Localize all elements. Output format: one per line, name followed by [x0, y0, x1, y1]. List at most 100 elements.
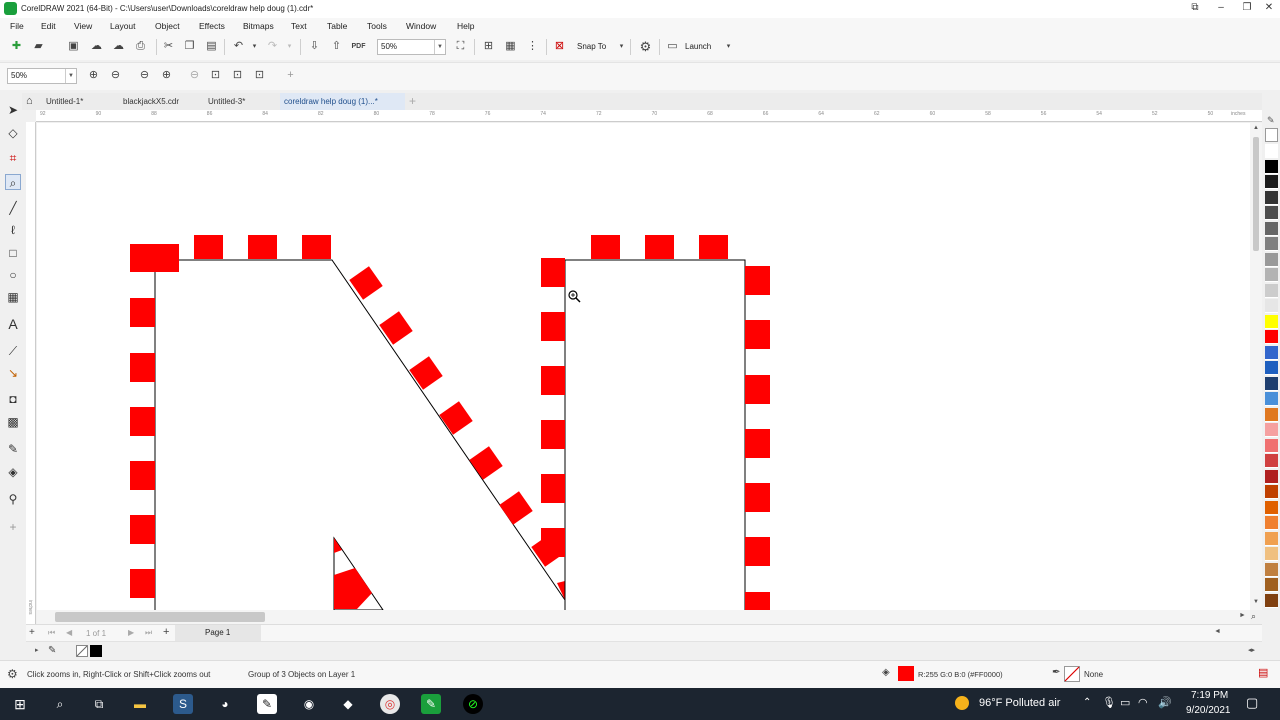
cut-icon[interactable]: ✂: [161, 39, 176, 54]
horizontal-scroll-thumb[interactable]: [55, 612, 265, 622]
navigator-zoom-icon[interactable]: ⌕: [1251, 611, 1256, 622]
palette-swatch[interactable]: [1265, 578, 1278, 592]
smart-fill-tool-icon[interactable]: ⚲: [5, 491, 21, 507]
tab-untitled-1[interactable]: Untitled-1*: [42, 93, 87, 110]
palette-swatch[interactable]: [1265, 485, 1278, 499]
document-eyedropper-icon[interactable]: ✎: [48, 645, 56, 656]
palette-swatch[interactable]: [1265, 299, 1278, 313]
connector-tool-icon[interactable]: ↘: [5, 365, 21, 381]
palette-swatch[interactable]: [1265, 330, 1278, 344]
no-color-swatch[interactable]: [1265, 128, 1278, 142]
snap-to-label[interactable]: Snap To: [577, 42, 606, 51]
corel-font-manager-icon[interactable]: ⊘: [463, 694, 483, 714]
menu-edit[interactable]: Edit: [41, 21, 56, 31]
palette-eyedropper-icon[interactable]: ✎: [1267, 115, 1275, 126]
outline-color-swatch[interactable]: [1064, 666, 1080, 682]
home-icon[interactable]: ⌂: [26, 95, 33, 107]
add-tool-icon[interactable]: +: [5, 519, 21, 535]
menu-bitmaps[interactable]: Bitmaps: [243, 21, 274, 31]
maximize-button[interactable]: ❐: [1235, 2, 1259, 16]
horizontal-ruler[interactable]: 92 90 88 86 84 82 80 78 76 74 72 70 68 66 64 62 60 58 56 54…: [36, 110, 1262, 122]
palette-swatch[interactable]: [1265, 237, 1278, 251]
menu-help[interactable]: Help: [457, 21, 474, 31]
wifi-icon[interactable]: ◠: [1138, 696, 1148, 709]
show-grid-icon[interactable]: ▦: [503, 39, 518, 54]
palette-swatch[interactable]: [1265, 268, 1278, 282]
palette-swatch[interactable]: [1265, 345, 1278, 360]
palette-swatch[interactable]: [1265, 547, 1278, 561]
vertical-scroll-thumb[interactable]: [1253, 137, 1259, 251]
palette-swatch[interactable]: [1265, 376, 1278, 391]
palette-scroll-icon[interactable]: ◂▸: [1248, 646, 1255, 654]
no-fill-swatch[interactable]: [76, 645, 88, 657]
palette-swatch[interactable]: [1265, 190, 1278, 205]
volume-icon[interactable]: 🔊: [1158, 696, 1172, 709]
chevron-down-icon[interactable]: ▼: [65, 69, 76, 83]
scroll-up-icon[interactable]: ▲: [1253, 125, 1259, 131]
file-explorer-icon[interactable]: ▬: [130, 694, 150, 714]
new-document-icon[interactable]: ✚: [9, 39, 24, 54]
menu-table[interactable]: Table: [327, 21, 347, 31]
save-icon[interactable]: ▣: [66, 39, 81, 54]
undo-icon[interactable]: ↶: [231, 39, 246, 54]
eyedropper-tool-icon[interactable]: ✎: [5, 441, 21, 457]
cd-drive-icon[interactable]: ◉: [299, 694, 319, 714]
transparency-tool-icon[interactable]: ▩: [5, 414, 21, 430]
rectangle-tool-icon[interactable]: □: [5, 245, 21, 261]
pick-tool-icon[interactable]: ➤: [5, 102, 21, 118]
zoom-out-icon[interactable]: ⊖: [108, 68, 123, 83]
zoom-tool-icon[interactable]: ⌕: [5, 174, 21, 190]
ellipse-tool-icon[interactable]: ○: [5, 267, 21, 283]
clock-time[interactable]: 7:19 PM: [1191, 690, 1228, 701]
scroll-right-icon[interactable]: ►: [1239, 612, 1246, 619]
zoom-to-page-height-icon[interactable]: ⊡: [230, 68, 245, 83]
zoom-to-page-width-icon[interactable]: ⊡: [208, 68, 223, 83]
cloud-sync-icon[interactable]: ☁: [89, 39, 104, 54]
launch-icon[interactable]: ▭: [665, 39, 680, 54]
full-screen-preview-icon[interactable]: ⛶: [453, 39, 468, 54]
chevron-down-icon[interactable]: ▼: [434, 40, 445, 54]
notes-app-icon[interactable]: ✎: [257, 694, 277, 714]
previous-page-icon[interactable]: ◀: [66, 628, 72, 637]
cloud-upload-icon[interactable]: ☁: [111, 39, 126, 54]
snap-off-icon[interactable]: ⊠: [552, 39, 567, 54]
menu-effects[interactable]: Effects: [199, 21, 225, 31]
menu-layout[interactable]: Layout: [110, 21, 136, 31]
palette-swatch[interactable]: [1265, 516, 1278, 530]
artistic-media-tool-icon[interactable]: ℓ: [5, 222, 21, 238]
add-page-after-icon[interactable]: +: [163, 626, 169, 638]
paste-icon[interactable]: ▤: [204, 39, 219, 54]
palette-swatch[interactable]: [1265, 531, 1278, 546]
export-icon[interactable]: ⇧: [329, 39, 344, 54]
menu-object[interactable]: Object: [155, 21, 180, 31]
redo-dropdown-icon[interactable]: ▾: [282, 39, 297, 54]
palette-swatch[interactable]: [1265, 361, 1278, 375]
palette-swatch[interactable]: [1265, 144, 1278, 158]
palette-swatch[interactable]: [1265, 423, 1278, 437]
last-page-icon[interactable]: ⏭: [145, 628, 152, 638]
vertical-ruler[interactable]: inches: [26, 122, 36, 624]
menu-text[interactable]: Text: [291, 21, 307, 31]
freehand-tool-icon[interactable]: ╱: [5, 200, 21, 216]
palette-swatch[interactable]: [1265, 438, 1278, 453]
menu-window[interactable]: Window: [406, 21, 436, 31]
task-view-icon[interactable]: ⧉: [89, 694, 109, 714]
scroll-down-icon[interactable]: ▼: [1253, 599, 1259, 605]
drawing-canvas[interactable]: [37, 123, 1250, 610]
tab-coreldraw-help-doug[interactable]: coreldraw help doug (1)...*: [280, 93, 405, 110]
tab-untitled-3[interactable]: Untitled-3*: [204, 93, 249, 110]
show-guidelines-icon[interactable]: ⋮: [525, 39, 540, 54]
drop-shadow-tool-icon[interactable]: ◘: [5, 391, 21, 407]
palette-swatch[interactable]: [1265, 175, 1278, 189]
launch-dropdown-icon[interactable]: ▾: [721, 39, 736, 54]
zoom-level-combo[interactable]: 50% ▼: [377, 39, 446, 55]
weather-text[interactable]: 96°F Polluted air: [979, 697, 1060, 709]
coreldraw-2021-icon[interactable]: ✎: [421, 694, 441, 714]
fill-color-swatch[interactable]: [898, 666, 914, 681]
windows-start-icon[interactable]: ⊞: [10, 694, 30, 714]
import-icon[interactable]: ⇩: [307, 39, 322, 54]
dimension-tool-icon[interactable]: ⟋: [5, 343, 21, 359]
zoom-to-all-objects-icon[interactable]: ⊕: [159, 68, 174, 83]
polygon-tool-icon[interactable]: ▦: [5, 289, 21, 305]
palette-swatch[interactable]: [1265, 314, 1278, 329]
